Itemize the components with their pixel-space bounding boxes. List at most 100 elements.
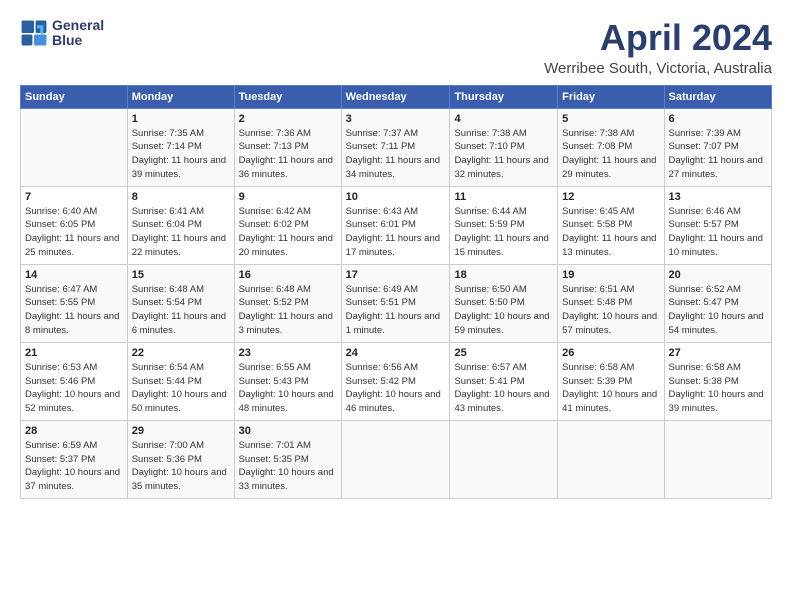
day-detail: Sunrise: 6:41 AM Sunset: 6:04 PM Dayligh… (132, 205, 230, 260)
calendar-cell: 11 Sunrise: 6:44 AM Sunset: 5:59 PM Dayli… (450, 186, 558, 264)
calendar-week-row: 7Sunrise: 6:40 AM Sunset: 6:05 PM Daylig… (21, 186, 772, 264)
day-number: 1 (132, 113, 230, 125)
calendar-cell: 28 Sunrise: 6:59 AM Sunset: 5:37 PM Dayli… (21, 420, 128, 498)
day-number: 29 (132, 425, 230, 437)
day-detail: Sunrise: 7:38 AM Sunset: 7:08 PM Dayligh… (562, 127, 659, 182)
calendar-cell: 7Sunrise: 6:40 AM Sunset: 6:05 PM Daylig… (21, 186, 128, 264)
calendar-cell: 30 Sunrise: 7:01 AM Sunset: 5:35 PM Dayli… (234, 420, 341, 498)
day-number: 24 (346, 347, 446, 359)
day-number: 7 (25, 191, 123, 203)
calendar-cell: 14 Sunrise: 6:47 AM Sunset: 5:55 PM Dayli… (21, 264, 128, 342)
day-detail: Sunrise: 7:38 AM Sunset: 7:10 PM Dayligh… (454, 127, 553, 182)
day-number: 8 (132, 191, 230, 203)
calendar-cell: 25 Sunrise: 6:57 AM Sunset: 5:41 PM Dayli… (450, 342, 558, 420)
day-detail: Sunrise: 6:54 AM Sunset: 5:44 PM Dayligh… (132, 361, 230, 416)
column-header-monday: Monday (127, 85, 234, 108)
day-detail: Sunrise: 6:50 AM Sunset: 5:50 PM Dayligh… (454, 283, 553, 338)
title-block: April 2024 Werribee South, Victoria, Aus… (544, 18, 772, 77)
column-header-friday: Friday (558, 85, 664, 108)
day-number: 9 (239, 191, 337, 203)
day-detail: Sunrise: 6:53 AM Sunset: 5:46 PM Dayligh… (25, 361, 123, 416)
calendar-week-row: 21 Sunrise: 6:53 AM Sunset: 5:46 PM Dayli… (21, 342, 772, 420)
day-number: 11 (454, 191, 553, 203)
column-header-thursday: Thursday (450, 85, 558, 108)
logo-text: General Blue (52, 18, 104, 49)
calendar-cell: 2 Sunrise: 7:36 AM Sunset: 7:13 PM Daylig… (234, 108, 341, 186)
day-number: 22 (132, 347, 230, 359)
calendar-week-row: 28 Sunrise: 6:59 AM Sunset: 5:37 PM Dayli… (21, 420, 772, 498)
location-subtitle: Werribee South, Victoria, Australia (544, 60, 772, 77)
day-number: 20 (669, 269, 767, 281)
day-number: 23 (239, 347, 337, 359)
day-number: 13 (669, 191, 767, 203)
day-number: 19 (562, 269, 659, 281)
calendar-cell: 8 Sunrise: 6:41 AM Sunset: 6:04 PM Daylig… (127, 186, 234, 264)
day-detail: Sunrise: 6:58 AM Sunset: 5:38 PM Dayligh… (669, 361, 767, 416)
calendar-cell: 9Sunrise: 6:42 AM Sunset: 6:02 PM Daylig… (234, 186, 341, 264)
calendar-cell (450, 420, 558, 498)
day-detail: Sunrise: 6:59 AM Sunset: 5:37 PM Dayligh… (25, 439, 123, 494)
calendar-cell: 3 Sunrise: 7:37 AM Sunset: 7:11 PM Daylig… (341, 108, 450, 186)
day-number: 4 (454, 113, 553, 125)
calendar-cell: 20 Sunrise: 6:52 AM Sunset: 5:47 PM Dayli… (664, 264, 771, 342)
calendar-week-row: 1 Sunrise: 7:35 AM Sunset: 7:14 PM Daylig… (21, 108, 772, 186)
day-detail: Sunrise: 7:01 AM Sunset: 5:35 PM Dayligh… (239, 439, 337, 494)
day-number: 2 (239, 113, 337, 125)
day-detail: Sunrise: 6:47 AM Sunset: 5:55 PM Dayligh… (25, 283, 123, 338)
calendar-cell: 24 Sunrise: 6:56 AM Sunset: 5:42 PM Dayli… (341, 342, 450, 420)
calendar-table: SundayMondayTuesdayWednesdayThursdayFrid… (20, 85, 772, 499)
calendar-cell (341, 420, 450, 498)
calendar-cell: 23 Sunrise: 6:55 AM Sunset: 5:43 PM Dayli… (234, 342, 341, 420)
day-number: 18 (454, 269, 553, 281)
calendar-cell (558, 420, 664, 498)
day-detail: Sunrise: 6:56 AM Sunset: 5:42 PM Dayligh… (346, 361, 446, 416)
calendar-cell: 4 Sunrise: 7:38 AM Sunset: 7:10 PM Daylig… (450, 108, 558, 186)
day-number: 10 (346, 191, 446, 203)
day-number: 15 (132, 269, 230, 281)
day-detail: Sunrise: 6:52 AM Sunset: 5:47 PM Dayligh… (669, 283, 767, 338)
logo: General Blue (20, 18, 104, 49)
column-header-saturday: Saturday (664, 85, 771, 108)
calendar-cell (21, 108, 128, 186)
calendar-cell: 16Sunrise: 6:48 AM Sunset: 5:52 PM Dayli… (234, 264, 341, 342)
calendar-cell: 22 Sunrise: 6:54 AM Sunset: 5:44 PM Dayli… (127, 342, 234, 420)
calendar-cell: 1 Sunrise: 7:35 AM Sunset: 7:14 PM Daylig… (127, 108, 234, 186)
day-number: 28 (25, 425, 123, 437)
day-number: 3 (346, 113, 446, 125)
day-number: 12 (562, 191, 659, 203)
day-number: 17 (346, 269, 446, 281)
day-number: 6 (669, 113, 767, 125)
day-number: 5 (562, 113, 659, 125)
day-detail: Sunrise: 7:36 AM Sunset: 7:13 PM Dayligh… (239, 127, 337, 182)
calendar-cell: 6 Sunrise: 7:39 AM Sunset: 7:07 PM Daylig… (664, 108, 771, 186)
day-detail: Sunrise: 6:44 AM Sunset: 5:59 PM Dayligh… (454, 205, 553, 260)
day-number: 30 (239, 425, 337, 437)
calendar-cell: 26Sunrise: 6:58 AM Sunset: 5:39 PM Dayli… (558, 342, 664, 420)
page: General Blue April 2024 Werribee South, … (0, 0, 792, 612)
day-detail: Sunrise: 7:00 AM Sunset: 5:36 PM Dayligh… (132, 439, 230, 494)
calendar-cell: 19 Sunrise: 6:51 AM Sunset: 5:48 PM Dayli… (558, 264, 664, 342)
day-number: 21 (25, 347, 123, 359)
day-detail: Sunrise: 6:46 AM Sunset: 5:57 PM Dayligh… (669, 205, 767, 260)
header: General Blue April 2024 Werribee South, … (20, 18, 772, 77)
column-header-tuesday: Tuesday (234, 85, 341, 108)
calendar-cell: 5 Sunrise: 7:38 AM Sunset: 7:08 PM Daylig… (558, 108, 664, 186)
day-number: 14 (25, 269, 123, 281)
calendar-cell: 12Sunrise: 6:45 AM Sunset: 5:58 PM Dayli… (558, 186, 664, 264)
day-detail: Sunrise: 7:37 AM Sunset: 7:11 PM Dayligh… (346, 127, 446, 182)
day-detail: Sunrise: 7:35 AM Sunset: 7:14 PM Dayligh… (132, 127, 230, 182)
day-number: 25 (454, 347, 553, 359)
day-number: 27 (669, 347, 767, 359)
column-header-wednesday: Wednesday (341, 85, 450, 108)
calendar-cell: 17Sunrise: 6:49 AM Sunset: 5:51 PM Dayli… (341, 264, 450, 342)
day-detail: Sunrise: 6:51 AM Sunset: 5:48 PM Dayligh… (562, 283, 659, 338)
calendar-cell: 15Sunrise: 6:48 AM Sunset: 5:54 PM Dayli… (127, 264, 234, 342)
calendar-cell: 29 Sunrise: 7:00 AM Sunset: 5:36 PM Dayli… (127, 420, 234, 498)
day-detail: Sunrise: 6:43 AM Sunset: 6:01 PM Dayligh… (346, 205, 446, 260)
day-detail: Sunrise: 6:55 AM Sunset: 5:43 PM Dayligh… (239, 361, 337, 416)
day-detail: Sunrise: 7:39 AM Sunset: 7:07 PM Dayligh… (669, 127, 767, 182)
day-detail: Sunrise: 6:57 AM Sunset: 5:41 PM Dayligh… (454, 361, 553, 416)
day-detail: Sunrise: 6:48 AM Sunset: 5:52 PM Dayligh… (239, 283, 337, 338)
calendar-cell: 27 Sunrise: 6:58 AM Sunset: 5:38 PM Dayli… (664, 342, 771, 420)
calendar-cell: 10 Sunrise: 6:43 AM Sunset: 6:01 PM Dayli… (341, 186, 450, 264)
